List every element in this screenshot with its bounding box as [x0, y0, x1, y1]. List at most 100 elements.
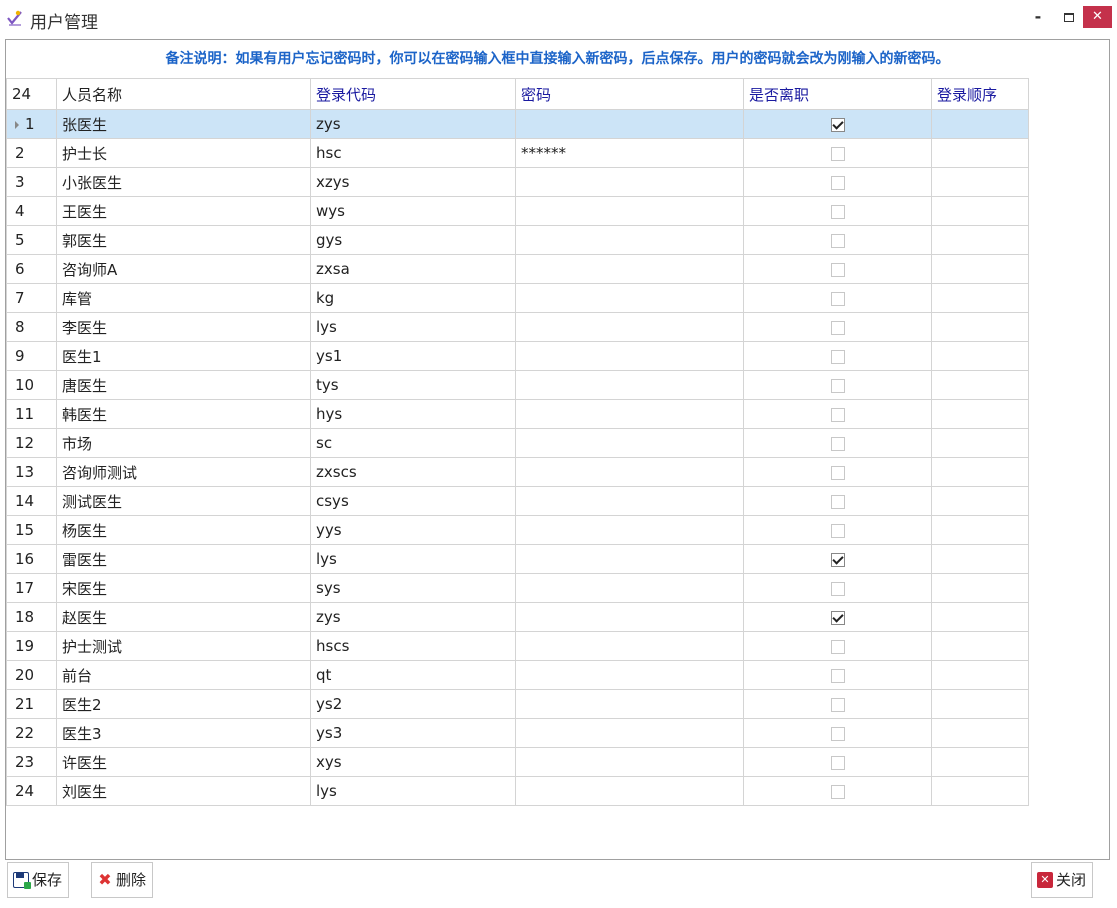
login-code-cell[interactable]: hsc	[310, 138, 516, 168]
name-cell[interactable]: 护士测试	[56, 631, 311, 661]
login-code-cell[interactable]: zys	[310, 602, 516, 632]
password-cell[interactable]	[515, 544, 744, 574]
resigned-column-header[interactable]: 是否离职	[743, 78, 932, 110]
password-cell[interactable]: ******	[515, 138, 744, 168]
resigned-checkbox[interactable]	[830, 349, 845, 364]
login-order-cell[interactable]	[931, 660, 1029, 690]
name-cell[interactable]: 郭医生	[56, 225, 311, 255]
login-code-cell[interactable]: lys	[310, 544, 516, 574]
resigned-checkbox[interactable]	[830, 320, 845, 335]
login-code-cell[interactable]: yys	[310, 515, 516, 545]
table-row[interactable]: 10 唐医生 tys	[6, 370, 1029, 400]
login-code-cell[interactable]: ys2	[310, 689, 516, 719]
password-cell[interactable]	[515, 689, 744, 719]
login-code-cell[interactable]: hys	[310, 399, 516, 429]
resigned-checkbox[interactable]	[830, 668, 845, 683]
table-row[interactable]: 24 刘医生 lys	[6, 776, 1029, 806]
resigned-checkbox[interactable]	[830, 784, 845, 799]
name-cell[interactable]: 医生3	[56, 718, 311, 748]
password-cell[interactable]	[515, 341, 744, 371]
password-cell[interactable]	[515, 196, 744, 226]
resigned-checkbox[interactable]	[830, 233, 845, 248]
table-row[interactable]: 3 小张医生 xzys	[6, 167, 1029, 197]
resigned-checkbox[interactable]	[830, 407, 845, 422]
login-order-cell[interactable]	[931, 399, 1029, 429]
password-cell[interactable]	[515, 312, 744, 342]
name-cell[interactable]: 库管	[56, 283, 311, 313]
password-cell[interactable]	[515, 718, 744, 748]
login-code-cell[interactable]: gys	[310, 225, 516, 255]
close-button[interactable]: ✕ 关闭	[1031, 862, 1094, 898]
table-row[interactable]: 1 张医生 zys	[6, 109, 1029, 139]
password-column-header[interactable]: 密码	[515, 78, 744, 110]
name-cell[interactable]: 赵医生	[56, 602, 311, 632]
password-cell[interactable]	[515, 225, 744, 255]
resigned-checkbox[interactable]	[830, 436, 845, 451]
table-row[interactable]: 2 护士长 hsc ******	[6, 138, 1029, 168]
name-cell[interactable]: 医生1	[56, 341, 311, 371]
resigned-checkbox[interactable]	[830, 175, 845, 190]
password-cell[interactable]	[515, 747, 744, 777]
login-order-cell[interactable]	[931, 196, 1029, 226]
table-row[interactable]: 7 库管 kg	[6, 283, 1029, 313]
login-code-cell[interactable]: wys	[310, 196, 516, 226]
password-cell[interactable]	[515, 167, 744, 197]
login-order-cell[interactable]	[931, 689, 1029, 719]
table-row[interactable]: 11 韩医生 hys	[6, 399, 1029, 429]
resigned-checkbox[interactable]	[830, 755, 845, 770]
login-code-cell[interactable]: ys3	[310, 718, 516, 748]
login-code-cell[interactable]: sc	[310, 428, 516, 458]
login-code-cell[interactable]: zys	[310, 109, 516, 139]
close-window-button[interactable]: ✕	[1083, 6, 1112, 28]
login-order-cell[interactable]	[931, 544, 1029, 574]
login-code-cell[interactable]: lys	[310, 776, 516, 806]
table-row[interactable]: 4 王医生 wys	[6, 196, 1029, 226]
resigned-checkbox[interactable]	[830, 581, 845, 596]
login-order-cell[interactable]	[931, 718, 1029, 748]
resigned-checkbox[interactable]	[830, 262, 845, 277]
resigned-checkbox[interactable]	[830, 291, 845, 306]
login-code-cell[interactable]: zxscs	[310, 457, 516, 487]
login-code-cell[interactable]: xys	[310, 747, 516, 777]
resigned-checkbox[interactable]	[830, 465, 845, 480]
table-row[interactable]: 5 郭医生 gys	[6, 225, 1029, 255]
password-cell[interactable]	[515, 602, 744, 632]
maximize-button[interactable]	[1057, 6, 1081, 28]
login-code-cell[interactable]: ys1	[310, 341, 516, 371]
resigned-checkbox[interactable]	[830, 146, 845, 161]
resigned-checkbox[interactable]	[830, 697, 845, 712]
resigned-checkbox[interactable]	[830, 523, 845, 538]
name-cell[interactable]: 李医生	[56, 312, 311, 342]
login-order-cell[interactable]	[931, 341, 1029, 371]
name-cell[interactable]: 王医生	[56, 196, 311, 226]
login-code-cell[interactable]: xzys	[310, 167, 516, 197]
password-cell[interactable]	[515, 776, 744, 806]
login-order-cell[interactable]	[931, 138, 1029, 168]
table-row[interactable]: 12 市场 sc	[6, 428, 1029, 458]
table-row[interactable]: 13 咨询师测试 zxscs	[6, 457, 1029, 487]
login-code-cell[interactable]: sys	[310, 573, 516, 603]
name-cell[interactable]: 韩医生	[56, 399, 311, 429]
name-cell[interactable]: 护士长	[56, 138, 311, 168]
name-cell[interactable]: 刘医生	[56, 776, 311, 806]
login-code-cell[interactable]: lys	[310, 312, 516, 342]
login-order-cell[interactable]	[931, 254, 1029, 284]
table-row[interactable]: 19 护士测试 hscs	[6, 631, 1029, 661]
save-button[interactable]: 保存	[7, 862, 70, 898]
delete-button[interactable]: ✖ 删除	[91, 862, 154, 898]
resigned-checkbox[interactable]	[830, 494, 845, 509]
table-row[interactable]: 20 前台 qt	[6, 660, 1029, 690]
name-cell[interactable]: 测试医生	[56, 486, 311, 516]
password-cell[interactable]	[515, 486, 744, 516]
resigned-checkbox[interactable]	[830, 117, 845, 132]
login-order-cell[interactable]	[931, 602, 1029, 632]
password-cell[interactable]	[515, 660, 744, 690]
login-code-column-header[interactable]: 登录代码	[310, 78, 516, 110]
login-code-cell[interactable]: hscs	[310, 631, 516, 661]
name-cell[interactable]: 张医生	[56, 109, 311, 139]
login-order-cell[interactable]	[931, 167, 1029, 197]
name-column-header[interactable]: 人员名称	[56, 78, 311, 110]
table-row[interactable]: 8 李医生 lys	[6, 312, 1029, 342]
resigned-checkbox[interactable]	[830, 610, 845, 625]
table-row[interactable]: 15 杨医生 yys	[6, 515, 1029, 545]
